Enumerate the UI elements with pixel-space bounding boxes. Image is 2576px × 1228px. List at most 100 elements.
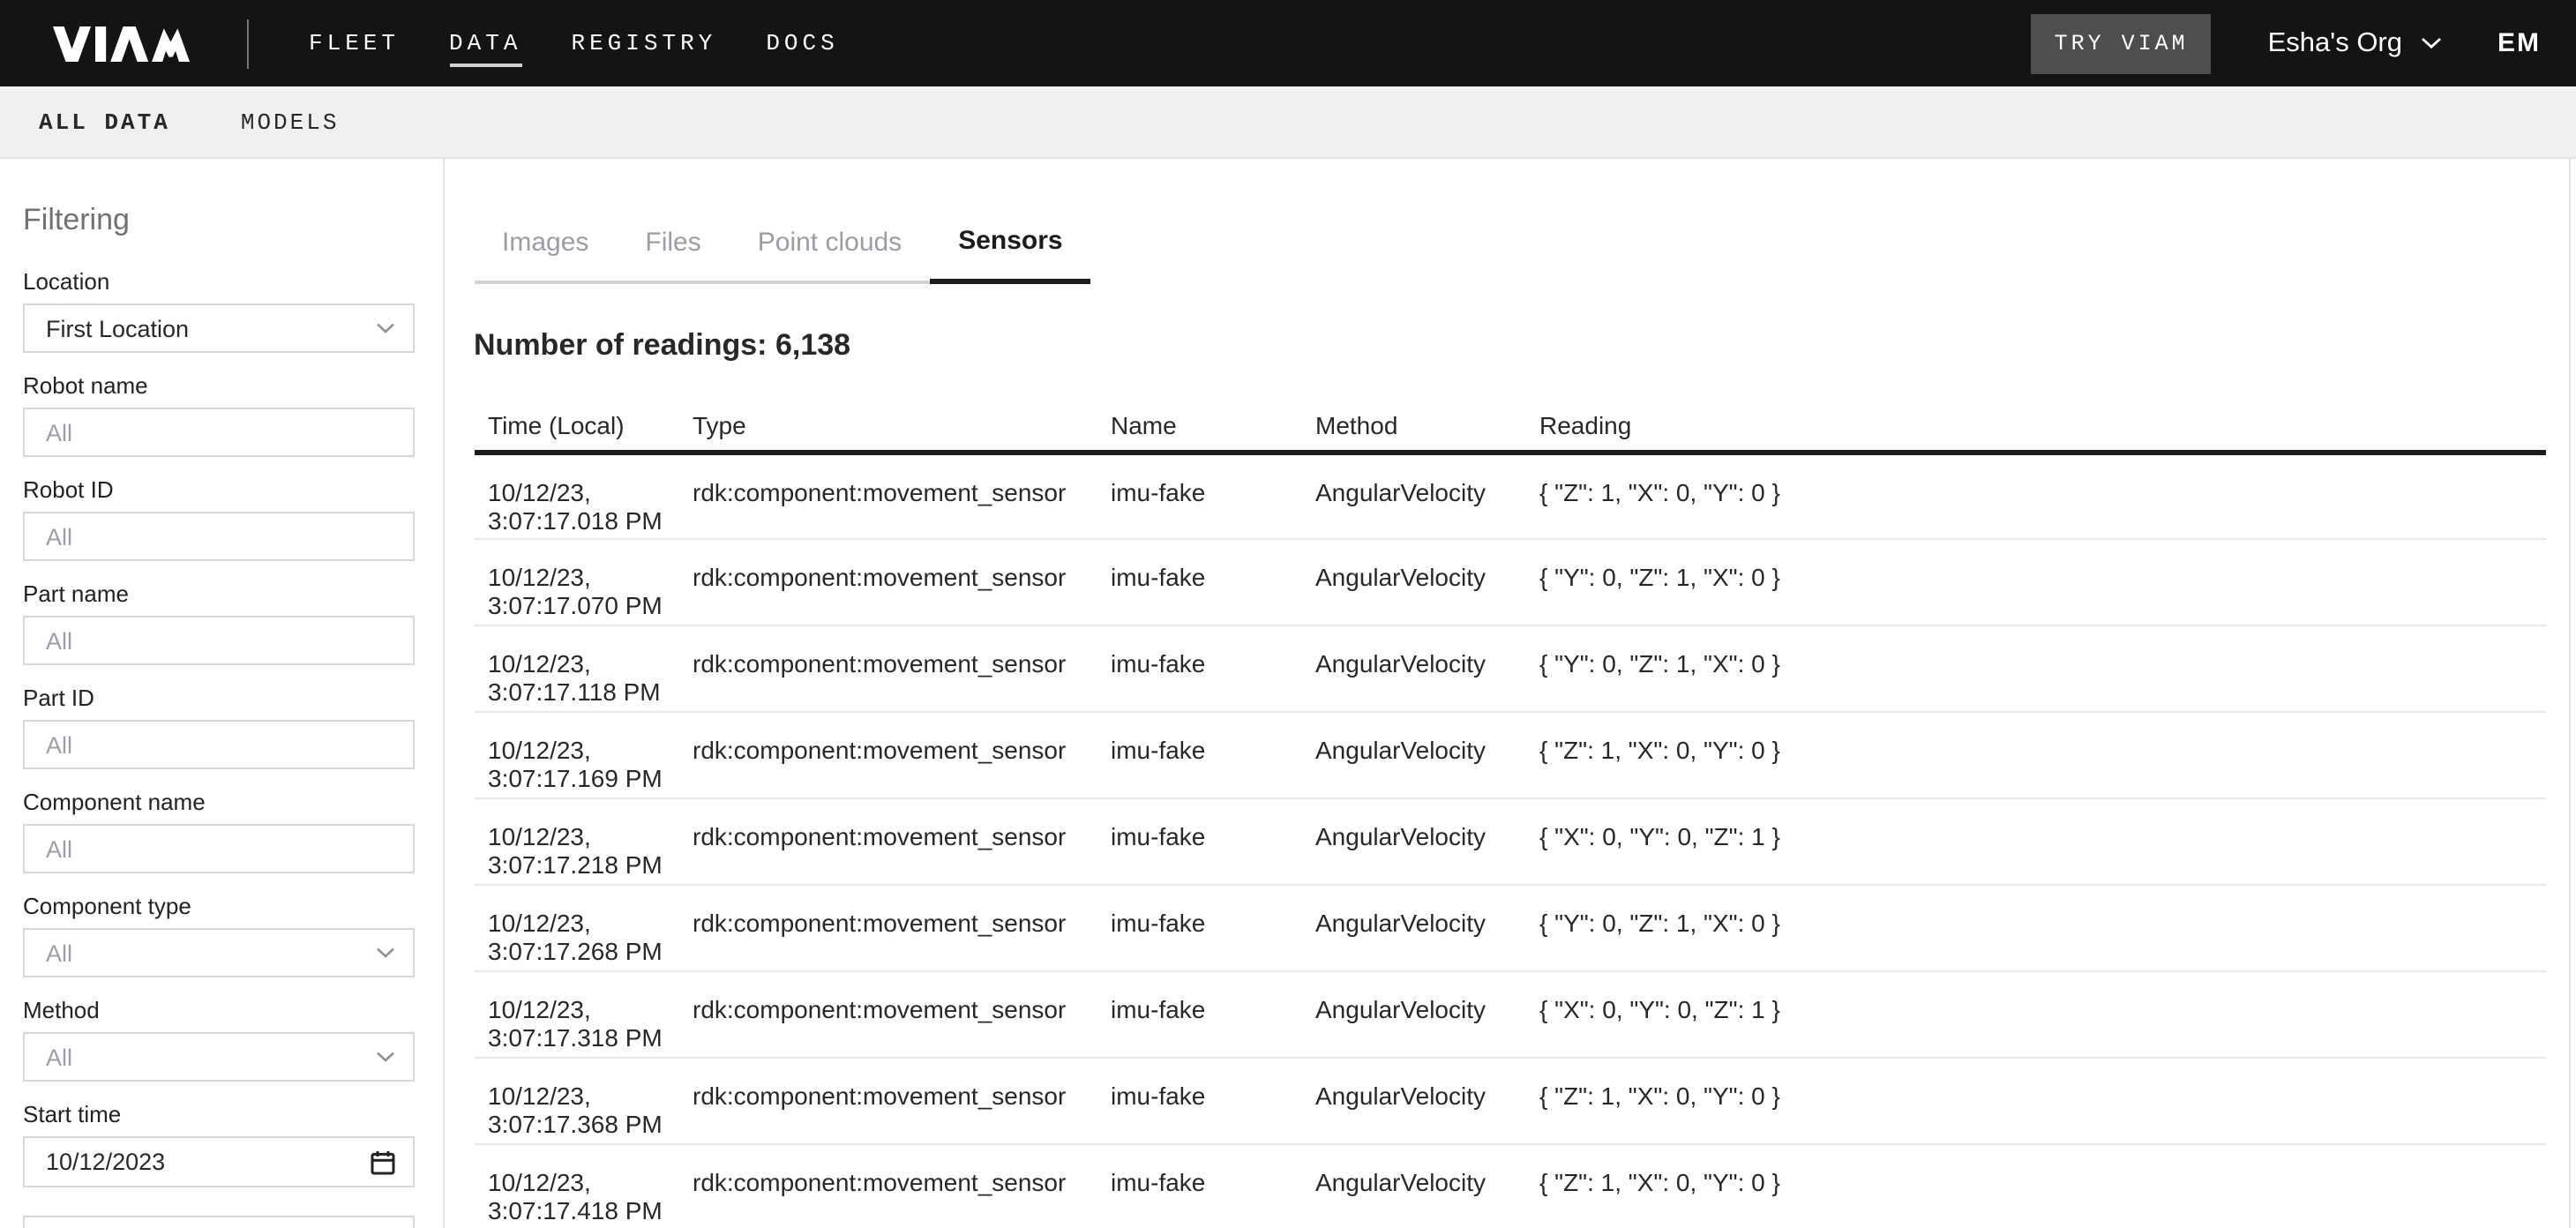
location-select[interactable]: First Location [23,303,415,353]
cell-reading: { "Z": 1, "X": 0, "Y": 0 } [1525,711,2546,797]
org-name: Esha's Org [2268,27,2402,59]
cell-type: rdk:component:movement_sensor [678,1057,1097,1143]
cell-name: imu-fake [1097,625,1301,711]
tab-point-clouds[interactable]: Point clouds [730,225,930,283]
component-type-select[interactable]: All [23,928,415,977]
location-value: First Location [46,315,189,341]
start-date-input[interactable]: 10/12/2023 [23,1136,415,1187]
cell-time-clock: 3:07:17.318 PM [488,1022,664,1051]
column-header-type: Type [678,410,1097,452]
subnav-item-models[interactable]: MODELS [241,109,340,135]
filter-sidebar: Filtering Location First Location Robot … [0,159,445,1228]
cell-reading: { "X": 0, "Y": 0, "Z": 1 } [1525,970,2546,1057]
cell-time-clock: 3:07:17.169 PM [488,763,664,791]
nav-right-group: TRY VIAM Esha's Org EM [2032,13,2541,73]
cell-time-clock: 3:07:17.218 PM [488,850,664,878]
filter-component-type: Component type All [23,895,415,977]
tab-sensors[interactable]: Sensors [930,224,1090,284]
cell-time-clock: 3:07:17.268 PM [488,936,664,964]
cell-time: 10/12/23, 3:07:17.018 PM [474,452,678,538]
part-id-input[interactable] [23,720,415,769]
robot-name-input[interactable] [23,408,415,457]
method-select[interactable]: All [23,1032,415,1082]
cell-time-clock: 3:07:17.118 PM [488,677,664,705]
scrollbar-track[interactable] [2569,159,2576,1228]
cell-time: 10/12/23, 3:07:17.268 PM [474,884,678,970]
part-name-input[interactable] [23,616,415,665]
cell-time: 10/12/23, 3:07:17.218 PM [474,797,678,884]
cell-name: imu-fake [1097,1057,1301,1143]
avatar[interactable]: EM [2497,28,2541,58]
cell-name: imu-fake [1097,797,1301,884]
cell-time-date: 10/12/23, [488,477,664,505]
robot-name-label: Robot name [23,374,415,397]
cell-time-date: 10/12/23, [488,908,664,936]
cell-method: AngularVelocity [1301,538,1525,625]
tab-images[interactable]: Images [474,225,617,283]
robot-id-input[interactable] [23,512,415,561]
cell-name: imu-fake [1097,711,1301,797]
table-row: 10/12/23, 3:07:17.169 PM rdk:component:m… [474,711,2546,797]
component-name-input[interactable] [23,824,415,873]
column-header-time: Time (Local) [474,410,678,452]
cell-type: rdk:component:movement_sensor [678,538,1097,625]
nav-item-fleet[interactable]: FLEET [309,19,400,67]
main-panel: Images Files Point clouds Sensors Number… [445,159,2569,1228]
cell-reading: { "Y": 0, "Z": 1, "X": 0 } [1525,625,2546,711]
cell-method: AngularVelocity [1301,711,1525,797]
start-date-value: 10/12/2023 [46,1149,165,1175]
cell-type: rdk:component:movement_sensor [678,1143,1097,1228]
sensor-readings-table: Time (Local) Type Name Method Reading 10… [474,410,2546,1228]
cell-time-clock: 3:07:17.070 PM [488,590,664,618]
subnav-item-all-data[interactable]: ALL DATA [39,109,170,135]
top-nav: FLEET DATA REGISTRY DOCS TRY VIAM Esha's… [0,0,2576,86]
org-switcher[interactable]: Esha's Org [2268,27,2441,59]
readings-summary: Number of readings: 6,138 [474,326,2546,364]
cell-reading: { "Y": 0, "Z": 1, "X": 0 } [1525,538,2546,625]
cell-time: 10/12/23, 3:07:17.418 PM [474,1143,678,1228]
tab-files[interactable]: Files [617,225,729,283]
data-type-tabs: Images Files Point clouds Sensors [474,224,2546,283]
nav-item-docs[interactable]: DOCS [766,19,838,67]
cell-method: AngularVelocity [1301,797,1525,884]
filter-robot-id: Robot ID [23,478,415,561]
cell-reading: { "X": 0, "Y": 0, "Z": 1 } [1525,797,2546,884]
cell-name: imu-fake [1097,538,1301,625]
cell-type: rdk:component:movement_sensor [678,884,1097,970]
cell-time: 10/12/23, 3:07:17.169 PM [474,711,678,797]
cell-method: AngularVelocity [1301,452,1525,538]
table-row: 10/12/23, 3:07:17.118 PM rdk:component:m… [474,625,2546,711]
cell-time: 10/12/23, 3:07:17.368 PM [474,1057,678,1143]
nav-item-registry[interactable]: REGISTRY [571,19,716,67]
cell-method: AngularVelocity [1301,970,1525,1057]
viam-logo[interactable] [49,26,198,61]
table-row: 10/12/23, 3:07:17.368 PM rdk:component:m… [474,1057,2546,1143]
cell-time: 10/12/23, 3:07:17.118 PM [474,625,678,711]
chevron-down-icon [376,323,395,333]
filter-part-name: Part name [23,582,415,665]
calendar-icon[interactable] [371,1149,395,1174]
viam-data-app: FLEET DATA REGISTRY DOCS TRY VIAM Esha's… [0,0,2576,1228]
location-label: Location [23,270,415,293]
column-header-reading: Reading [1525,410,2546,452]
filter-start-time: Start time 10/12/2023 03:07:00 PM [23,1103,415,1228]
cell-type: rdk:component:movement_sensor [678,797,1097,884]
chevron-down-icon [376,947,395,958]
table-row: 10/12/23, 3:07:17.268 PM rdk:component:m… [474,884,2546,970]
try-viam-button[interactable]: TRY VIAM [2032,13,2212,73]
cell-time-date: 10/12/23, [488,994,664,1022]
cell-type: rdk:component:movement_sensor [678,711,1097,797]
cell-time-date: 10/12/23, [488,562,664,590]
cell-reading: { "Z": 1, "X": 0, "Y": 0 } [1525,1057,2546,1143]
viam-logo-icon [49,26,198,61]
start-time-input[interactable]: 03:07:00 PM [23,1216,415,1228]
cell-reading: { "Z": 1, "X": 0, "Y": 0 } [1525,1143,2546,1228]
column-header-method: Method [1301,410,1525,452]
cell-time-clock: 3:07:17.368 PM [488,1109,664,1137]
cell-method: AngularVelocity [1301,884,1525,970]
part-id-label: Part ID [23,686,415,709]
table-row: 10/12/23, 3:07:17.418 PM rdk:component:m… [474,1143,2546,1228]
cell-time-clock: 3:07:17.418 PM [488,1195,664,1224]
nav-item-data[interactable]: DATA [449,19,521,67]
cell-name: imu-fake [1097,970,1301,1057]
